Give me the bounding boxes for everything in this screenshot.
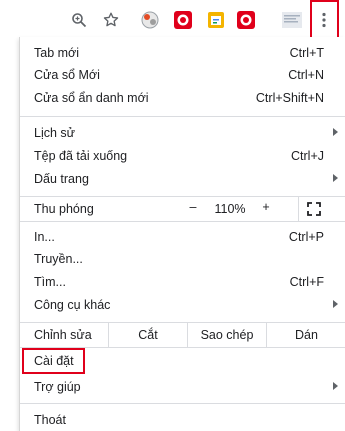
menu-item-shortcut: Ctrl+Shift+N	[255, 91, 324, 105]
zoom-divider	[298, 197, 299, 221]
extension-globe-icon[interactable]	[139, 9, 161, 31]
zoom-out-button[interactable]: –	[185, 200, 201, 214]
settings-highlight	[22, 348, 85, 374]
submenu-arrow-icon	[333, 128, 338, 136]
menu-item-exit[interactable]: Thoát	[20, 409, 345, 431]
menu-item-help[interactable]: Trợ giúp	[20, 376, 345, 398]
copy-button[interactable]: Sao chép	[187, 323, 266, 347]
zoom-label: Thu phóng	[34, 202, 94, 216]
menu-item-new-window[interactable]: Cửa sổ Mới Ctrl+N	[20, 64, 345, 86]
menu-item-bookmarks[interactable]: Dấu trang	[20, 168, 345, 190]
menu-item-shortcut: Ctrl+P	[288, 230, 324, 244]
submenu-arrow-icon	[333, 174, 338, 182]
menu-item-incognito-window[interactable]: Cửa sổ ẩn danh mới Ctrl+Shift+N	[20, 87, 345, 109]
menu-item-label: Tab mới	[34, 46, 80, 60]
menu-item-label: In...	[34, 230, 55, 244]
profile-avatar-icon[interactable]	[281, 9, 303, 31]
paste-button[interactable]: Dán	[266, 323, 345, 347]
fullscreen-icon[interactable]	[307, 202, 321, 216]
menu-button-highlight	[310, 0, 339, 41]
menu-item-label: Cửa sổ ẩn danh mới	[34, 91, 149, 105]
menu-item-shortcut: Ctrl+T	[289, 46, 324, 60]
menu-item-label: Dấu trang	[34, 172, 89, 186]
menu-item-new-tab[interactable]: Tab mới Ctrl+T	[20, 42, 345, 64]
menu-item-downloads[interactable]: Tệp đã tải xuống Ctrl+J	[20, 145, 345, 167]
chrome-main-menu: Tab mới Ctrl+T Cửa sổ Mới Ctrl+N Cửa sổ …	[19, 37, 345, 431]
submenu-arrow-icon	[333, 300, 338, 308]
menu-item-label: Công cụ khác	[34, 298, 111, 312]
menu-item-label: Cửa sổ Mới	[34, 68, 100, 82]
menu-item-label: Tìm...	[34, 275, 66, 289]
menu-item-label: Truyền...	[34, 252, 83, 266]
menu-separator	[20, 403, 345, 404]
extension-red-circle-icon[interactable]	[235, 9, 257, 31]
zoom-control-row: Thu phóng – 110% +	[20, 196, 345, 222]
extension-red-record-icon[interactable]	[172, 9, 194, 31]
zoom-icon[interactable]	[68, 9, 90, 31]
menu-separator	[20, 116, 345, 117]
menu-item-shortcut: Ctrl+F	[289, 275, 324, 289]
menu-item-more-tools[interactable]: Công cụ khác	[20, 294, 345, 316]
edit-label: Chỉnh sửa	[34, 328, 92, 342]
submenu-arrow-icon	[333, 382, 338, 390]
extension-notes-icon[interactable]	[205, 9, 227, 31]
zoom-level-value: 110%	[214, 202, 246, 216]
menu-item-label: Tệp đã tải xuống	[34, 149, 128, 163]
browser-toolbar	[0, 0, 345, 41]
menu-item-label: Thoát	[34, 413, 66, 427]
menu-item-find[interactable]: Tìm... Ctrl+F	[20, 271, 345, 293]
menu-item-history[interactable]: Lịch sử	[20, 122, 345, 144]
bookmark-star-icon[interactable]	[100, 9, 122, 31]
menu-item-label: Lịch sử	[34, 126, 76, 140]
zoom-in-button[interactable]: +	[258, 200, 274, 214]
menu-item-shortcut: Ctrl+N	[288, 68, 324, 82]
edit-control-row: Chỉnh sửa Cắt Sao chép Dán	[20, 322, 345, 348]
menu-item-label: Trợ giúp	[34, 380, 81, 394]
menu-item-shortcut: Ctrl+J	[291, 149, 324, 163]
cut-button[interactable]: Cắt	[108, 323, 187, 347]
menu-item-print[interactable]: In... Ctrl+P	[20, 226, 345, 248]
menu-item-cast[interactable]: Truyền...	[20, 248, 345, 270]
